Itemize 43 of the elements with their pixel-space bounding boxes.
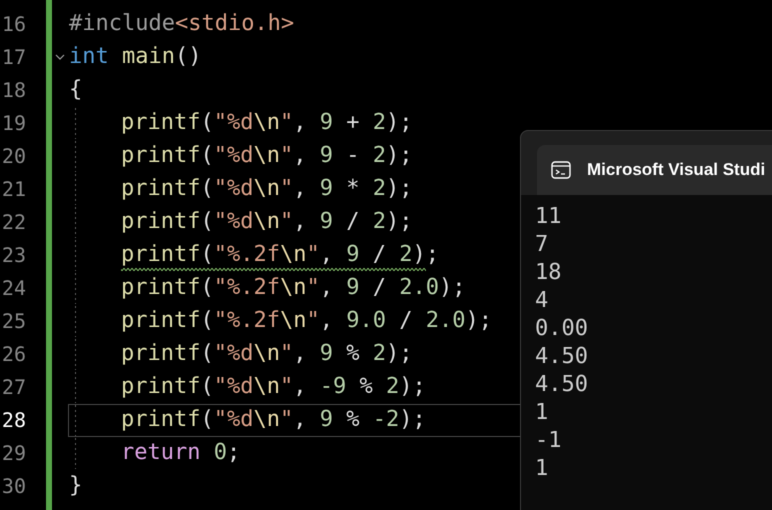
- line-number: 22: [0, 209, 26, 236]
- code-line: printf("%d\n", 9 - 2);: [121, 142, 412, 170]
- code-line: printf("%d\n", 9 % 2);: [121, 340, 412, 368]
- line-number: 19: [0, 110, 26, 137]
- output-line: 4.50: [535, 343, 588, 371]
- line-number: 26: [0, 341, 26, 368]
- code-line: printf("%d\n", 9 + 2);: [121, 109, 412, 137]
- code-line: printf("%.2f\n", 9.0 / 2.0);: [121, 307, 492, 335]
- code-line: printf("%.2f\n", 9 / 2.0);: [121, 274, 466, 302]
- code-line: }: [69, 472, 82, 500]
- output-line: 4: [535, 287, 548, 315]
- window-title: Microsoft Visual Studi: [587, 160, 766, 180]
- code-line: {: [69, 76, 82, 104]
- line-number: 24: [0, 275, 26, 302]
- line-number: 20: [0, 143, 26, 170]
- terminal-icon: [551, 161, 571, 179]
- line-number: 30: [0, 473, 26, 500]
- line-number: 27: [0, 374, 26, 401]
- output-line: 4.50: [535, 371, 588, 399]
- line-number: 28: [0, 407, 26, 434]
- code-line: #include<stdio.h>: [69, 10, 294, 38]
- line-number: 18: [0, 77, 26, 104]
- line-number: 25: [0, 308, 26, 335]
- code-line: printf("%d\n", -9 % 2);: [121, 373, 426, 401]
- output-line: 11: [535, 203, 562, 231]
- line-number: 21: [0, 176, 26, 203]
- output-line: 1: [535, 399, 548, 427]
- output-line: 18: [535, 259, 562, 287]
- code-line: int main(): [69, 43, 202, 71]
- line-number: 16: [0, 11, 26, 38]
- code-line: printf("%d\n", 9 / 2);: [121, 208, 412, 236]
- output-line: 0.00: [535, 315, 588, 343]
- output-line: 1: [535, 455, 548, 483]
- code-line: return 0;: [121, 439, 240, 467]
- console-tab[interactable]: Microsoft Visual Studi: [537, 145, 772, 195]
- code-line: printf("%d\n", 9 * 2);: [121, 175, 412, 203]
- fold-chevron-icon[interactable]: [55, 54, 65, 61]
- line-number: 17: [0, 44, 26, 71]
- line-number: 23: [0, 242, 26, 269]
- line-number: 29: [0, 440, 26, 467]
- output-line: 7: [535, 231, 548, 259]
- output-line: -1: [535, 427, 562, 455]
- code-line: printf("%d\n", 9 % -2);: [121, 406, 426, 434]
